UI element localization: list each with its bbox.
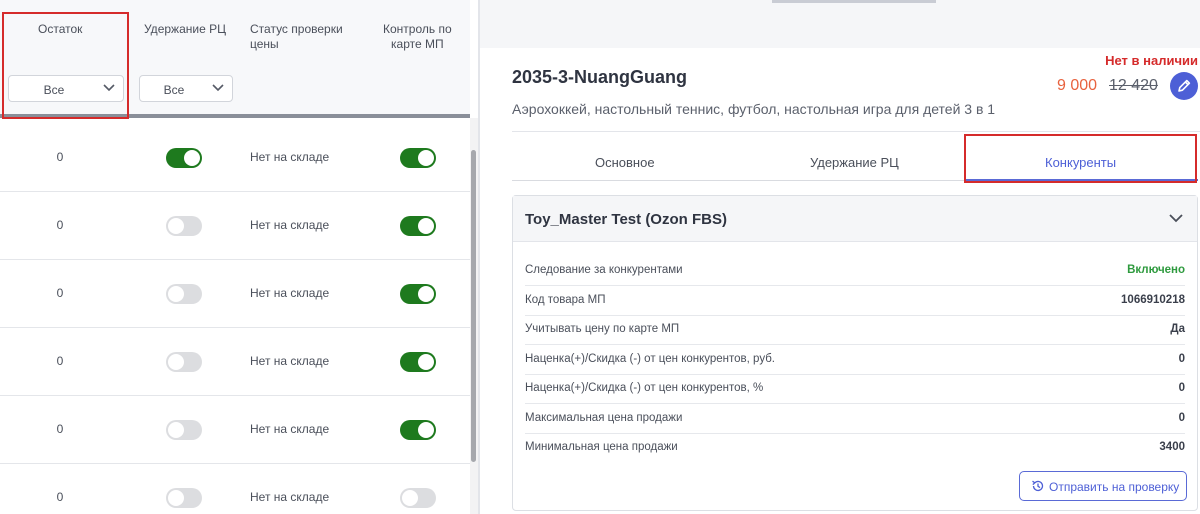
hold-rc-toggle[interactable]: [166, 420, 202, 440]
toggle-knob: [418, 218, 434, 234]
mp-control-toggle[interactable]: [400, 420, 436, 440]
hold-rc-toggle[interactable]: [166, 352, 202, 372]
param-label: Максимальная цена продажи: [525, 412, 683, 424]
param-label: Минимальная цена продажи: [525, 441, 678, 453]
column-header-price-check-status-line1: Статус проверки: [250, 22, 343, 36]
param-value: 0: [1178, 353, 1185, 365]
table-row[interactable]: 0 Нет на складе: [0, 192, 470, 260]
toggle-knob: [418, 150, 434, 166]
competitor-card-title: Toy_Master Test (Ozon FBS): [525, 211, 727, 228]
drag-handle[interactable]: [772, 0, 936, 3]
param-row: Код товара МП 1066910218: [525, 286, 1185, 316]
chevron-down-icon[interactable]: [1169, 213, 1183, 223]
product-detail-panel: Нет в наличии 2035-3-NuangGuang 9 000 12…: [480, 0, 1200, 514]
old-price: 12 420: [1109, 77, 1158, 94]
table-row[interactable]: 0 Нет на складе: [0, 328, 470, 396]
toggle-knob: [168, 354, 184, 370]
mp-control-toggle[interactable]: [400, 284, 436, 304]
availability-badge: Нет в наличии: [1105, 53, 1198, 68]
status-cell: Нет на складе: [250, 218, 330, 232]
hold-rc-filter-select[interactable]: Все: [139, 75, 233, 102]
hold-rc-filter-value: Все: [163, 83, 185, 97]
toggle-knob: [418, 354, 434, 370]
remainder-cell: 0: [56, 218, 64, 232]
param-row: Следование за конкурентами Включено: [525, 256, 1185, 286]
column-header-price-check-status[interactable]: Статус проверки цены: [250, 22, 343, 52]
product-sku: 2035-3-NuangGuang: [512, 67, 688, 87]
panel-top-band: [480, 0, 1200, 48]
column-header-hold-rc[interactable]: Удержание РЦ: [144, 22, 226, 37]
remainder-cell: 0: [56, 286, 64, 300]
param-label: Код товара МП: [525, 294, 606, 306]
chevron-down-icon: [212, 84, 224, 92]
mp-control-toggle[interactable]: [400, 488, 436, 508]
remainder-cell: 0: [56, 422, 64, 436]
toggle-knob: [402, 490, 418, 506]
hold-rc-toggle[interactable]: [166, 488, 202, 508]
toggle-knob: [418, 286, 434, 302]
param-value: 0: [1178, 382, 1185, 394]
tab-main[interactable]: Основное: [595, 155, 655, 170]
status-cell: Нет на складе: [250, 490, 330, 504]
toggle-knob: [168, 490, 184, 506]
table-row[interactable]: 0 Нет на складе: [0, 260, 470, 328]
remainder-cell: 0: [56, 150, 64, 164]
competitor-card: Toy_Master Test (Ozon FBS) Следование за…: [512, 195, 1198, 511]
param-row: Наценка(+)/Скидка (-) от цен конкурентов…: [525, 345, 1185, 375]
toggle-knob: [168, 218, 184, 234]
history-icon: [1032, 480, 1044, 492]
remainder-cell: 0: [56, 354, 64, 368]
toggle-knob: [168, 422, 184, 438]
tab-hold-rc[interactable]: Удержание РЦ: [810, 155, 899, 170]
table-row[interactable]: 0 Нет на складе: [0, 124, 470, 192]
param-row: Наценка(+)/Скидка (-) от цен конкурентов…: [525, 374, 1185, 404]
competitor-card-header[interactable]: Toy_Master Test (Ozon FBS): [513, 196, 1197, 242]
toggle-knob: [184, 150, 200, 166]
table-row[interactable]: 0 Нет на складе: [0, 396, 470, 464]
mp-control-toggle[interactable]: [400, 148, 436, 168]
param-label: Наценка(+)/Скидка (-) от цен конкурентов…: [525, 353, 775, 365]
send-for-check-button[interactable]: Отправить на проверку: [1019, 471, 1187, 501]
column-header-mp-card-control[interactable]: Контроль по карте МП: [383, 22, 452, 52]
divider: [512, 131, 1200, 132]
current-price: 9 000: [1057, 77, 1098, 94]
toggle-knob: [168, 286, 184, 302]
product-description: Аэрохоккей, настольный теннис, футбол, н…: [512, 101, 996, 117]
param-label: Следование за конкурентами: [525, 264, 683, 276]
param-row: Учитывать цену по карте МП Да: [525, 315, 1185, 345]
status-cell: Нет на складе: [250, 286, 330, 300]
pencil-icon: [1178, 79, 1191, 92]
mp-control-toggle[interactable]: [400, 352, 436, 372]
edit-price-button[interactable]: [1170, 72, 1198, 100]
param-row: Максимальная цена продажи 0: [525, 404, 1185, 434]
param-label: Наценка(+)/Скидка (-) от цен конкурентов…: [525, 382, 764, 394]
remainder-column-highlight: [2, 12, 129, 119]
hold-rc-toggle[interactable]: [166, 148, 202, 168]
table-scrollbar-thumb[interactable]: [471, 150, 476, 462]
column-header-mp-card-control-line1: Контроль по: [383, 22, 452, 36]
status-cell: Нет на складе: [250, 150, 330, 164]
param-value: Да: [1170, 323, 1185, 335]
products-table: Остаток Удержание РЦ Статус проверки цен…: [0, 0, 478, 514]
hold-rc-toggle[interactable]: [166, 284, 202, 304]
status-cell: Нет на складе: [250, 354, 330, 368]
param-label: Учитывать цену по карте МП: [525, 323, 680, 335]
param-row: Минимальная цена продажи 3400: [525, 433, 1185, 463]
param-value: Включено: [1127, 264, 1185, 276]
competitors-tab-highlight: [964, 134, 1197, 183]
param-value: 3400: [1159, 441, 1185, 453]
column-header-price-check-status-line2: цены: [250, 37, 279, 51]
param-value: 1066910218: [1121, 294, 1185, 306]
param-value: 0: [1178, 412, 1185, 424]
status-cell: Нет на складе: [250, 422, 330, 436]
toggle-knob: [418, 422, 434, 438]
table-row[interactable]: 0 Нет на складе: [0, 464, 470, 514]
send-for-check-label: Отправить на проверку: [1049, 480, 1180, 494]
remainder-cell: 0: [56, 490, 64, 504]
column-header-mp-card-control-line2: карте МП: [391, 37, 444, 51]
mp-control-toggle[interactable]: [400, 216, 436, 236]
hold-rc-toggle[interactable]: [166, 216, 202, 236]
